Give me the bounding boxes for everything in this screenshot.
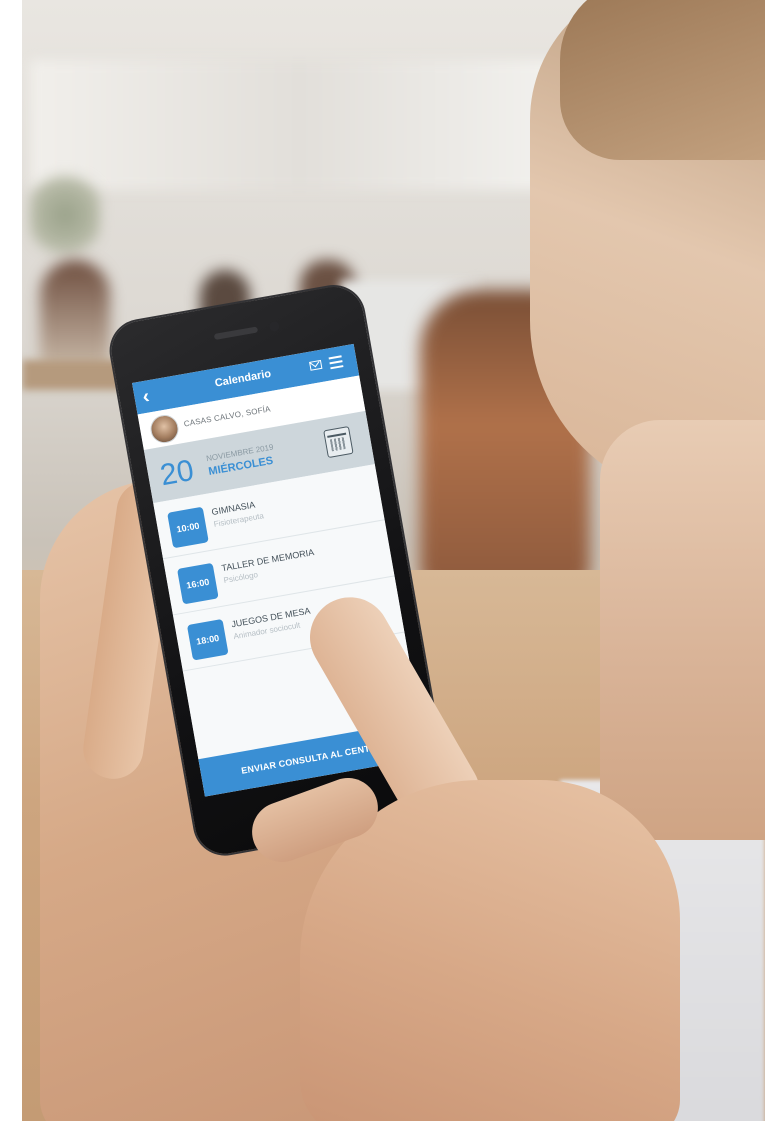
calendar-icon[interactable] — [323, 426, 354, 459]
photo-scene: ‹ Calendario CASAS CALVO, SOFÍA 20 NOVIE… — [0, 0, 765, 1131]
event-subtitle: Psicólogo — [222, 570, 259, 586]
hamburger-menu-icon[interactable] — [328, 355, 344, 370]
event-time: 18:00 — [186, 618, 229, 661]
phone-camera — [268, 320, 281, 333]
woman-shoulder — [600, 420, 765, 840]
chevron-left-icon[interactable]: ‹ — [141, 385, 160, 408]
woman-hair — [560, 0, 765, 160]
background-plant — [30, 170, 100, 260]
bottom-border — [0, 1121, 765, 1131]
date-day: 20 — [157, 453, 197, 493]
event-title: TALLER DE MEMORIA — [220, 547, 315, 574]
background-person — [40, 260, 110, 370]
phone-speaker — [213, 326, 259, 340]
event-time: 10:00 — [167, 506, 209, 549]
avatar — [148, 412, 181, 446]
left-border — [0, 0, 22, 1131]
mail-icon[interactable] — [309, 359, 323, 371]
user-name: CASAS CALVO, SOFÍA — [183, 404, 272, 429]
event-time: 16:00 — [177, 562, 219, 605]
background-window — [30, 60, 570, 190]
